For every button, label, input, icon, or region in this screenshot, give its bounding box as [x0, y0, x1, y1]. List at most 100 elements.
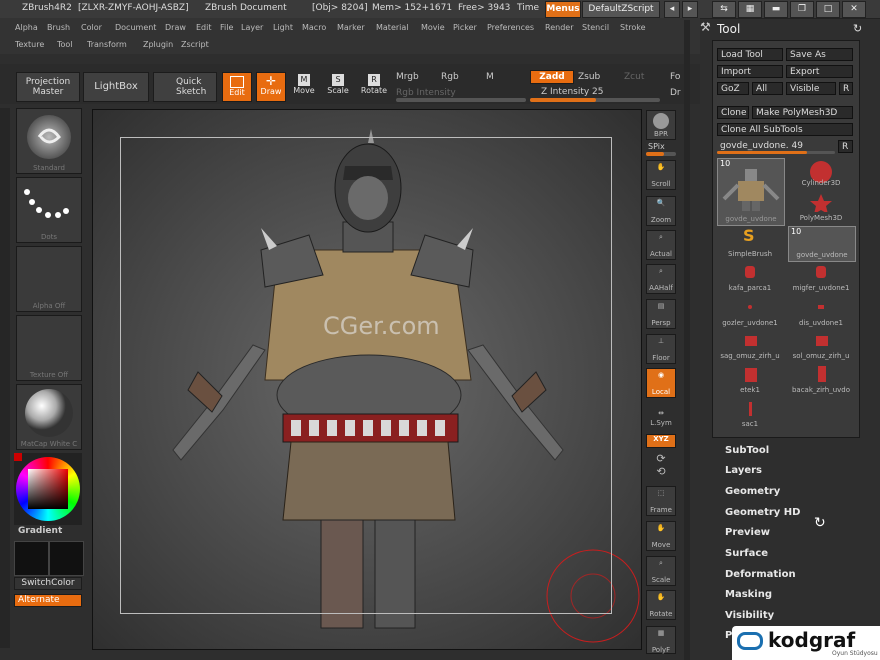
menu-file[interactable]: File [220, 23, 233, 32]
subtool-sol-omuz[interactable]: sol_omuz_zirh_u [788, 332, 854, 366]
menu-render[interactable]: Render [545, 23, 573, 32]
zcut-button[interactable]: Zcut [624, 72, 644, 82]
section-geometry-hd[interactable]: Geometry HD [725, 507, 800, 518]
move-button[interactable]: M Move [291, 72, 317, 102]
help-icon[interactable]: ◂ [664, 1, 680, 18]
menu-zplugin[interactable]: Zplugin [143, 40, 173, 49]
xyz-button[interactable]: XYZ [646, 434, 676, 448]
main-color-swatch[interactable] [14, 453, 22, 461]
minimize-icon[interactable]: ▬ [764, 1, 788, 18]
z-intensity-slider[interactable] [530, 98, 660, 102]
persp-button[interactable]: ▤ Persp [646, 299, 676, 329]
menu-edit[interactable]: Edit [196, 23, 212, 32]
zadd-button[interactable]: Zadd [530, 70, 574, 84]
switchcolor-button[interactable]: SwitchColor [14, 577, 82, 590]
brush-thumbnail[interactable]: Standard [16, 108, 82, 174]
clone-button[interactable]: Clone [717, 106, 749, 119]
alpha-thumbnail[interactable]: Alpha Off [16, 246, 82, 312]
lightbox-icon[interactable]: ▦ [738, 1, 762, 18]
subtool-bacak-zirh[interactable]: bacak_zirh_uvdo [788, 366, 854, 400]
texture-thumbnail[interactable]: Texture Off [16, 315, 82, 381]
rgb-toggle[interactable]: Rgb [441, 72, 459, 82]
export-button[interactable]: Export [786, 65, 853, 78]
rotate-view-button[interactable]: ✋ Rotate [646, 590, 676, 620]
subtool-cylinder3d[interactable]: Cylinder3D PolyMesh3D [788, 158, 854, 224]
frame-button[interactable]: ⬚ Frame [646, 486, 676, 516]
gradient-swatch-main[interactable] [14, 541, 49, 576]
polyf-button[interactable]: ▦ PolyF [646, 626, 676, 654]
section-subtool[interactable]: SubTool [725, 445, 769, 456]
zsub-button[interactable]: Zsub [578, 72, 600, 82]
alternate-button[interactable]: Alternate [14, 594, 82, 607]
menus-button[interactable]: Menus [545, 1, 581, 18]
expand-icon[interactable]: ▸ [682, 1, 698, 18]
section-surface[interactable]: Surface [725, 548, 768, 559]
make-polymesh-button[interactable]: Make PolyMesh3D [752, 106, 853, 119]
subtool-thumb-govde[interactable]: 10 govde_uvdone [717, 158, 785, 226]
menu-stencil[interactable]: Stencil [582, 23, 609, 32]
rotation-axis-icons[interactable]: ⟳ ⟲ [646, 452, 676, 480]
subtool-migfer[interactable]: migfer_uvdone1 [788, 262, 854, 296]
scroll-button[interactable]: ✋ Scroll [646, 160, 676, 190]
swap-layout-icon[interactable]: ⇆ [712, 1, 736, 18]
menu-brush[interactable]: Brush [47, 23, 70, 32]
import-button[interactable]: Import [717, 65, 783, 78]
subtool-govde-2[interactable]: 10 govde_uvdone [788, 226, 856, 262]
close-icon[interactable]: ✕ [842, 1, 866, 18]
subtool-gozler[interactable]: gozler_uvdone1 [717, 297, 783, 331]
edit-button[interactable]: Edit [222, 72, 252, 102]
goz-r-button[interactable]: R [839, 82, 853, 95]
left-tray-divider[interactable] [0, 108, 10, 648]
mrgb-toggle[interactable]: Mrgb [396, 72, 419, 82]
menu-document[interactable]: Document [115, 23, 156, 32]
goz-all-button[interactable]: All [752, 82, 783, 95]
subtool-sac1[interactable]: sac1 [717, 400, 783, 430]
menu-draw[interactable]: Draw [165, 23, 186, 32]
rgb-intensity-slider[interactable] [396, 98, 526, 102]
subtool-etek1[interactable]: etek1 [717, 366, 783, 400]
spix-slider[interactable] [646, 152, 676, 156]
local-button[interactable]: ◉ Local [646, 368, 676, 398]
menu-marker[interactable]: Marker [337, 23, 365, 32]
menu-zscript[interactable]: Zscript [181, 40, 209, 49]
clone-all-subtools-button[interactable]: Clone All SubTools [717, 123, 853, 136]
subtool-kafa-parca1[interactable]: kafa_parca1 [717, 262, 783, 296]
section-masking[interactable]: Masking [725, 589, 772, 600]
menu-layer[interactable]: Layer [241, 23, 263, 32]
load-tool-button[interactable]: Load Tool [717, 48, 783, 61]
menu-texture[interactable]: Texture [15, 40, 44, 49]
menu-tool[interactable]: Tool [57, 40, 73, 49]
quick-sketch-button[interactable]: Quick Sketch [153, 72, 217, 102]
m-toggle[interactable]: M [486, 72, 494, 82]
gradient-swatch-secondary[interactable] [49, 541, 84, 576]
current-tool-slider-track[interactable] [717, 151, 835, 154]
goz-visible-button[interactable]: Visible [786, 82, 836, 95]
rotate-button[interactable]: R Rotate [360, 72, 388, 102]
section-layers[interactable]: Layers [725, 465, 762, 476]
color-picker[interactable] [14, 453, 82, 525]
subtool-simplebrush[interactable]: S SimpleBrush [717, 226, 783, 260]
menu-color[interactable]: Color [81, 23, 102, 32]
subtool-sag-omuz[interactable]: sag_omuz_zirh_u [717, 332, 783, 366]
menu-movie[interactable]: Movie [421, 23, 445, 32]
menu-stroke[interactable]: Stroke [620, 23, 646, 32]
section-visibility[interactable]: Visibility [725, 610, 774, 621]
stroke-thumbnail[interactable]: Dots [16, 177, 82, 243]
refresh-icon[interactable]: ↻ [853, 22, 862, 35]
maximize-icon[interactable]: □ [816, 1, 840, 18]
move-view-button[interactable]: ✋ Move [646, 521, 676, 551]
goz-button[interactable]: GoZ [717, 82, 749, 95]
section-preview[interactable]: Preview [725, 527, 770, 538]
section-geometry[interactable]: Geometry [725, 486, 780, 497]
subtool-dis[interactable]: dis_uvdone1 [788, 297, 854, 331]
projection-master-button[interactable]: Projection Master [16, 72, 80, 102]
menu-material[interactable]: Material [376, 23, 409, 32]
panel-divider[interactable] [684, 20, 690, 660]
menu-picker[interactable]: Picker [453, 23, 477, 32]
menu-transform[interactable]: Transform [87, 40, 127, 49]
floor-button[interactable]: ⊥ Floor [646, 334, 676, 364]
zoom-button[interactable]: 🔍 Zoom [646, 196, 676, 226]
save-as-button[interactable]: Save As [786, 48, 853, 61]
aahalf-button[interactable]: ⌕ AAHalf [646, 264, 676, 294]
menu-alpha[interactable]: Alpha [15, 23, 38, 32]
